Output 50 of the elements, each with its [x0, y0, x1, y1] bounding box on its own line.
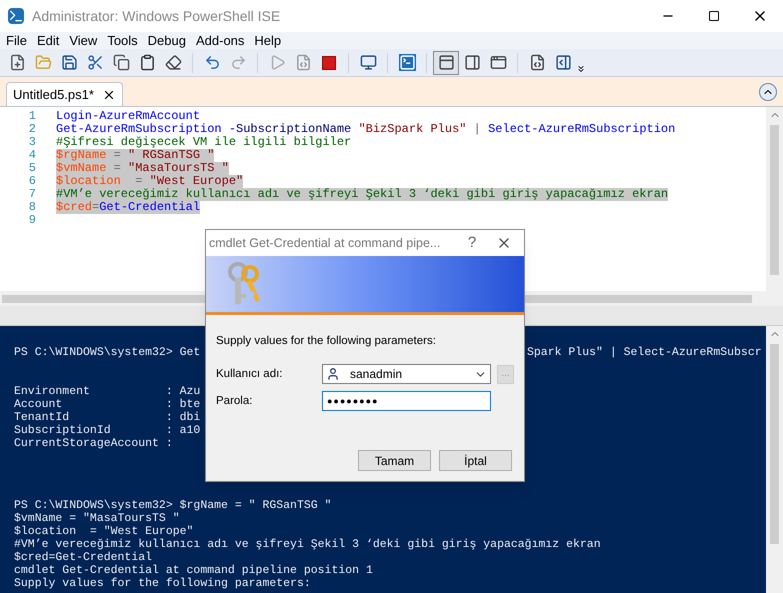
overflow-icon[interactable] [576, 64, 586, 74]
line-number: 7 [28, 188, 37, 201]
console-line: #VM’e vereceğimiz kullanıcı adı ve şifreyi Şekil 3 ‘deki gibi giriş yapacağımız ekran [14, 538, 602, 551]
line-number: 3 [28, 136, 37, 149]
console-line: Spark Plus" | Select-AzureRmSubscr [527, 346, 762, 359]
line-number: 5 [28, 162, 37, 175]
console-line: cmdlet Get-Credential at command pipeline position 1 [14, 564, 374, 577]
line-number: 2 [28, 123, 37, 136]
line-number: 1 [28, 110, 37, 123]
console-line: PS C:\WINDOWS\system32> Get [14, 346, 200, 359]
vertical-scrollbar[interactable] [766, 107, 783, 306]
console-line: $vmName = "MasaToursTS " [14, 512, 181, 525]
console-scrollbar[interactable] [766, 326, 783, 593]
help-button[interactable]: ? [460, 232, 484, 254]
line-number: 6 [28, 175, 37, 188]
menu-item[interactable]: File [0, 30, 32, 50]
console-line: Environment : Azu [14, 385, 200, 398]
layout-top-icon [438, 54, 454, 71]
layout-top-button[interactable] [433, 50, 459, 74]
menu-item[interactable]: Add-ons [190, 30, 250, 50]
console-line: CurrentStorageAccount : [14, 437, 173, 450]
menu-item[interactable]: Debug [142, 30, 191, 50]
password-field[interactable]: ●●●●●●●● [322, 391, 491, 412]
console-line: SubscriptionId : a10 [14, 424, 200, 437]
line-number: 4 [28, 149, 37, 162]
maximize-icon [708, 10, 720, 22]
user-icon [326, 367, 340, 382]
line-number: 8 [28, 201, 37, 214]
document-tab[interactable]: Untitled5.ps1* [6, 82, 123, 106]
dialog-title: cmdlet Get-Credential at command pipe... [209, 234, 440, 252]
menu-item[interactable]: Tools [102, 30, 143, 50]
app-icon [8, 8, 24, 24]
dialog-button[interactable]: Tamam [358, 450, 431, 471]
collapse-button[interactable] [759, 83, 777, 101]
menu-item[interactable]: Edit [32, 30, 64, 50]
console-line: PS C:\WINDOWS\system32> $rgName = " RGSanTSG " [14, 499, 332, 512]
console-line: Supply values for the following parameters: [14, 577, 312, 590]
prompt-text: Supply values for the following parameters: [216, 334, 437, 349]
console-line: Account : bte [14, 398, 200, 411]
console-line: $location = "West Europe" [14, 525, 194, 538]
field-label: Kullanıcı adı: [216, 366, 284, 382]
console-line: TenantId : dbi [14, 411, 200, 424]
menu-item[interactable]: Help [249, 30, 286, 50]
menu-item[interactable]: View [64, 30, 102, 50]
dialog-button[interactable]: İptal [439, 450, 512, 471]
window-title: Administrator: Windows PowerShell ISE [32, 6, 280, 26]
console-line: $cred=Get-Credential [14, 551, 154, 564]
username-combobox[interactable]: sanadmin [322, 364, 491, 384]
line-number: 9 [28, 214, 37, 227]
field-label: Parola: [216, 394, 254, 409]
